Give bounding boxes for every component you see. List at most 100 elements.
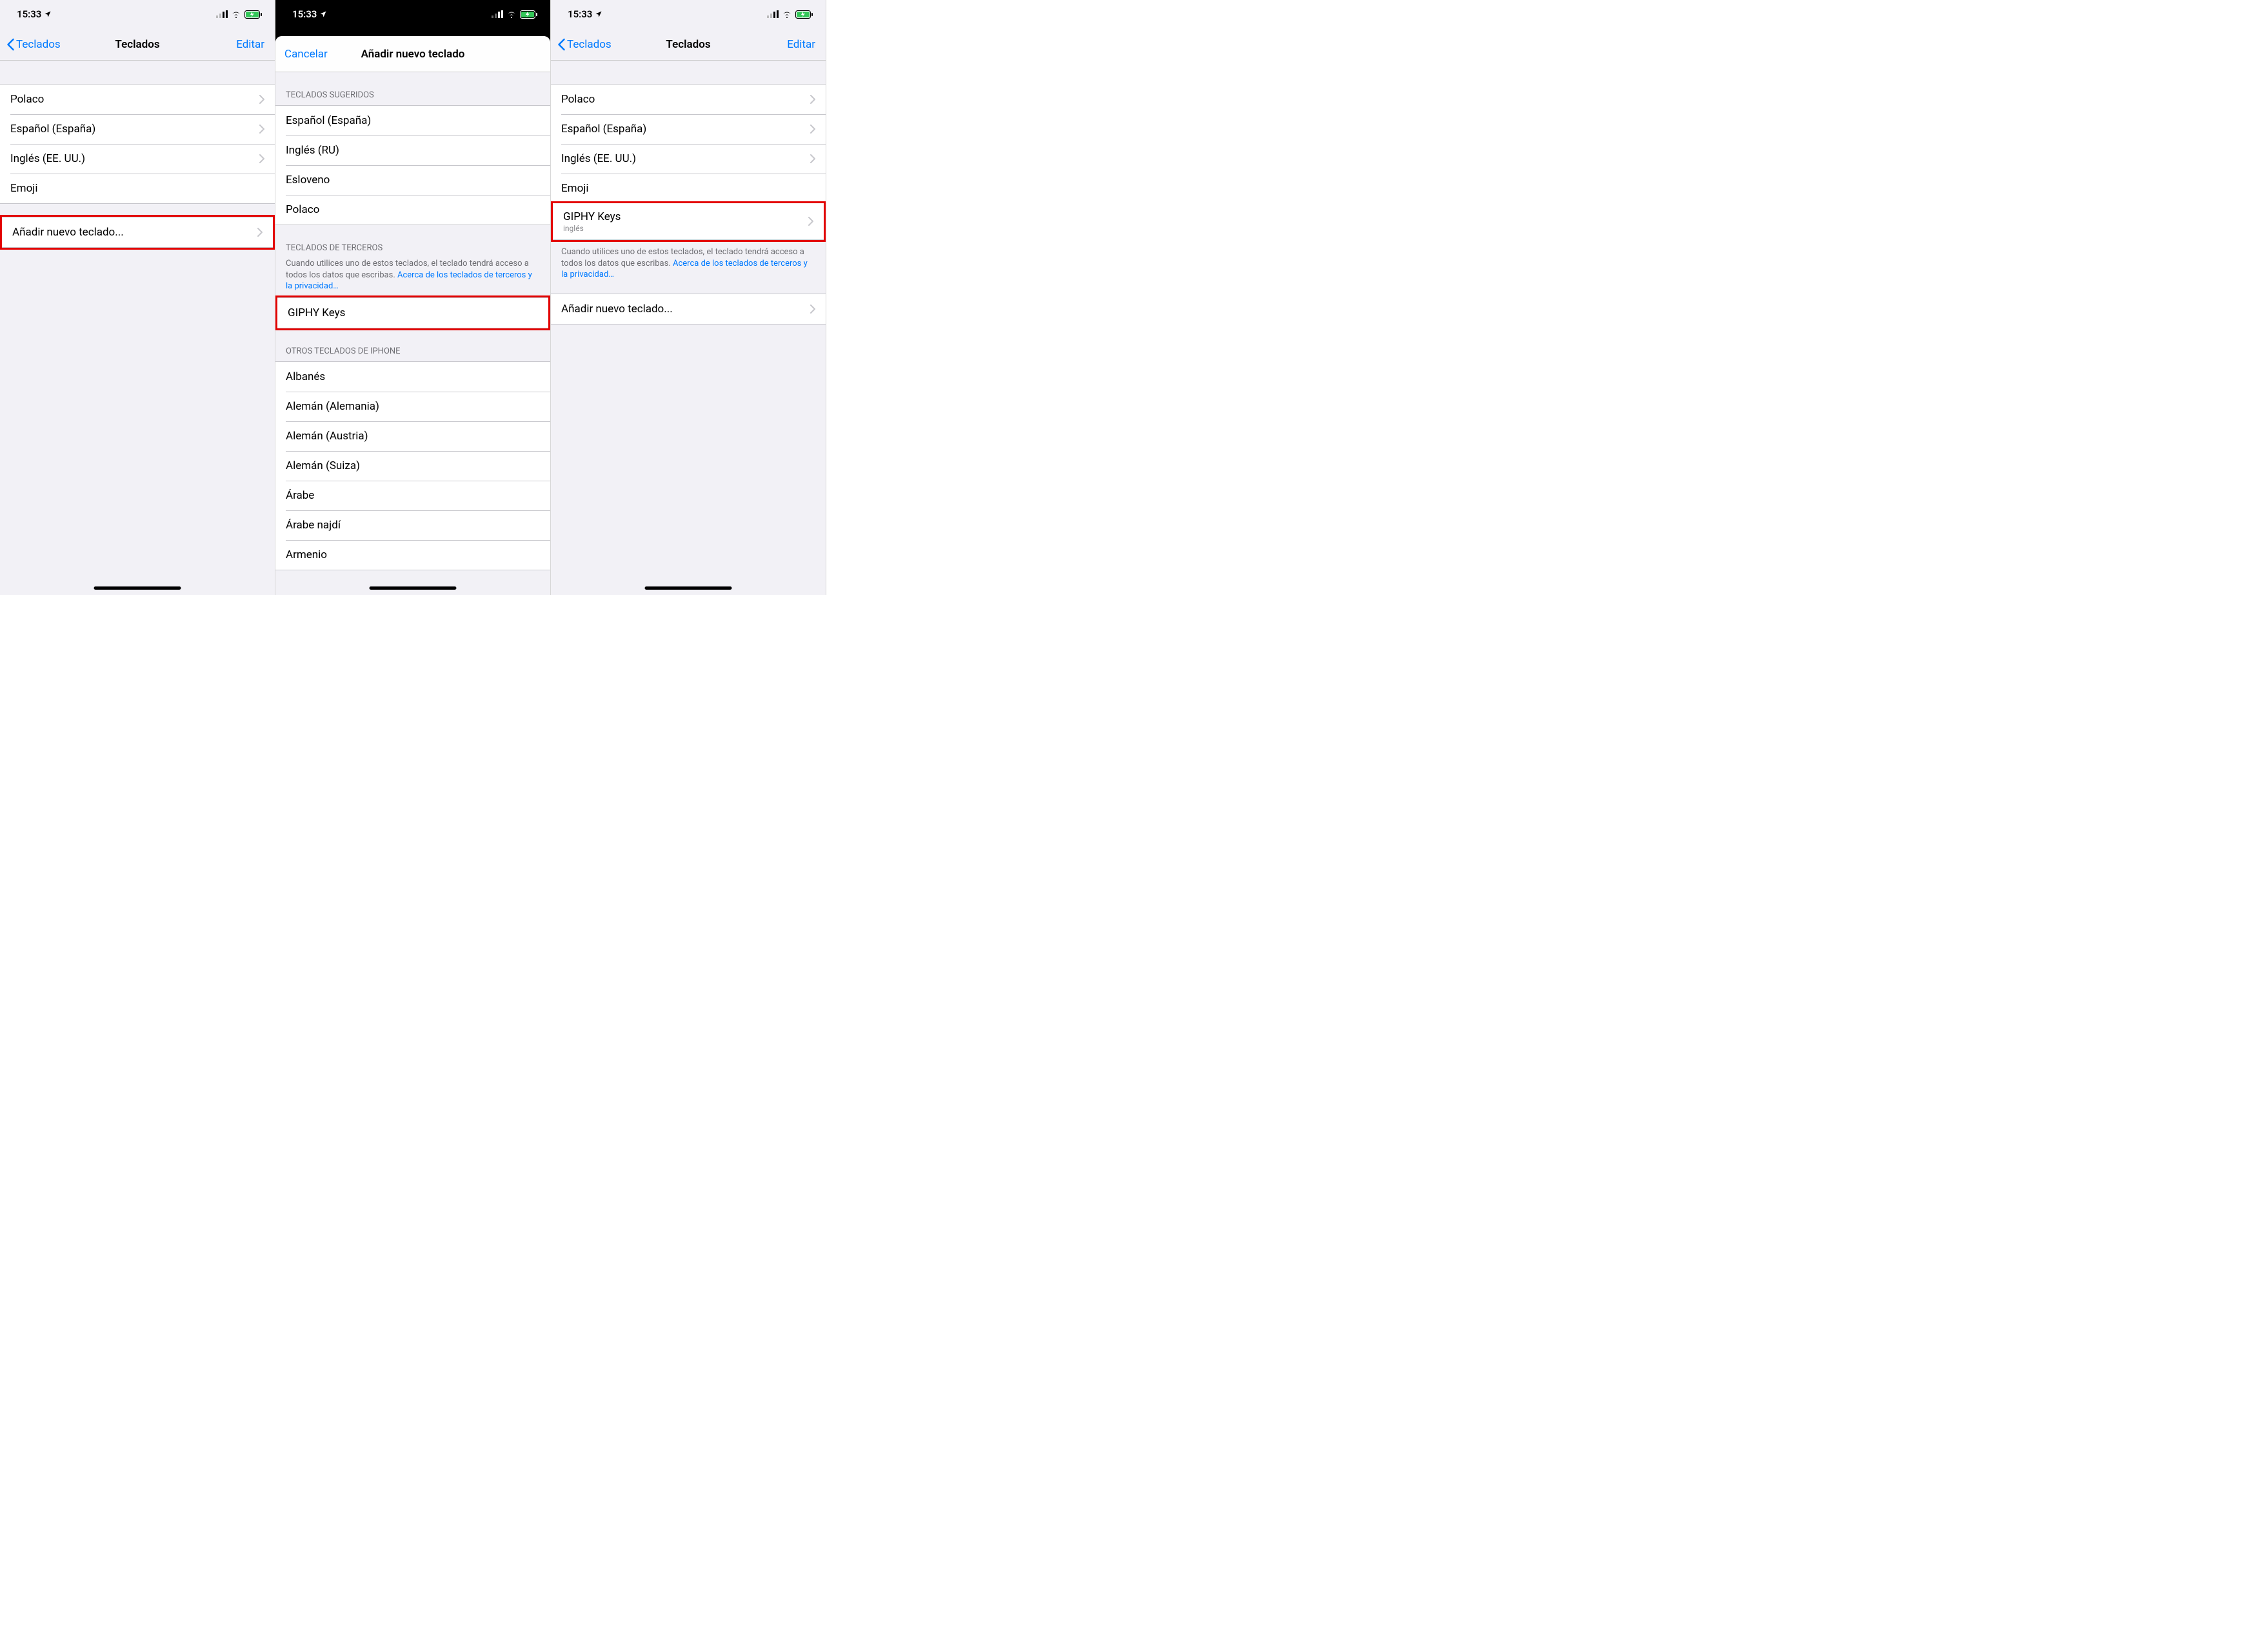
battery-charging-icon bbox=[244, 10, 262, 19]
chevron-right-icon bbox=[259, 154, 264, 163]
highlight-giphy-installed: GIPHY Keys inglés bbox=[551, 201, 826, 242]
keyboard-row[interactable]: Emoji bbox=[0, 174, 275, 203]
status-bar: 15:33 bbox=[551, 0, 826, 28]
keyboard-row[interactable]: Polaco bbox=[0, 85, 275, 114]
page-title: Teclados bbox=[115, 38, 159, 51]
row-label: Árabe bbox=[286, 489, 314, 502]
keyboard-option-row[interactable]: Albanés bbox=[275, 362, 550, 392]
row-label: Esloveno bbox=[286, 174, 330, 186]
chevron-right-icon bbox=[810, 125, 815, 134]
other-keyboards-group: Albanés Alemán (Alemania) Alemán (Austri… bbox=[275, 361, 550, 570]
status-bar: 15:33 bbox=[0, 0, 275, 28]
row-label: Español (España) bbox=[561, 123, 646, 135]
row-label: GIPHY Keys bbox=[288, 306, 345, 319]
page-title: Teclados bbox=[666, 38, 710, 51]
cellular-icon bbox=[767, 10, 779, 18]
status-time: 15:33 bbox=[292, 8, 317, 20]
row-label: Añadir nuevo teclado... bbox=[12, 226, 124, 239]
row-label: Alemán (Alemania) bbox=[286, 400, 379, 413]
keyboard-option-row[interactable]: Español (España) bbox=[275, 106, 550, 135]
screen-keyboards-list: 15:33 Teclados Teclados Editar Po bbox=[0, 0, 275, 595]
keyboards-group: Polaco Español (España) Inglés (EE. UU.)… bbox=[0, 84, 275, 204]
keyboard-row[interactable]: Español (España) bbox=[551, 114, 826, 144]
wifi-icon bbox=[231, 10, 241, 18]
row-label: Albanés bbox=[286, 370, 325, 383]
back-label: Teclados bbox=[16, 38, 61, 51]
sheet-title: Añadir nuevo teclado bbox=[361, 48, 465, 61]
section-header-thirdparty: TECLADOS DE TERCEROS bbox=[275, 225, 550, 258]
edit-button[interactable]: Editar bbox=[236, 38, 268, 51]
screen-add-keyboard-modal: 15:33 Cancelar Añadir nuevo t bbox=[275, 0, 551, 595]
keyboard-row[interactable]: Español (España) bbox=[0, 114, 275, 144]
keyboard-option-row[interactable]: Inglés (RU) bbox=[275, 135, 550, 165]
row-label: GIPHY Keys bbox=[563, 210, 621, 223]
status-bar: 15:33 bbox=[275, 0, 550, 28]
row-sublabel: inglés bbox=[563, 224, 621, 233]
section-header-other: OTROS TECLADOS DE IPHONE bbox=[275, 328, 550, 361]
cancel-button[interactable]: Cancelar bbox=[284, 48, 328, 61]
giphy-keyboard-row[interactable]: GIPHY Keys bbox=[277, 298, 548, 328]
home-indicator[interactable] bbox=[645, 586, 732, 590]
chevron-right-icon bbox=[810, 154, 815, 163]
row-label: Emoji bbox=[10, 182, 37, 195]
home-indicator[interactable] bbox=[94, 586, 181, 590]
keyboard-row[interactable]: Polaco bbox=[551, 85, 826, 114]
chevron-right-icon bbox=[259, 95, 264, 104]
home-indicator[interactable] bbox=[370, 586, 457, 590]
row-label: Inglés (RU) bbox=[286, 144, 339, 157]
row-label: Alemán (Suiza) bbox=[286, 459, 360, 472]
row-label: Español (España) bbox=[10, 123, 95, 135]
keyboards-group: Polaco Español (España) Inglés (EE. UU.)… bbox=[551, 84, 826, 203]
chevron-right-icon bbox=[259, 125, 264, 134]
battery-charging-icon bbox=[520, 10, 537, 19]
keyboard-option-row[interactable]: Alemán (Suiza) bbox=[275, 451, 550, 481]
keyboard-option-row[interactable]: Esloveno bbox=[275, 165, 550, 195]
highlight-add-keyboard: Añadir nuevo teclado... bbox=[0, 215, 275, 250]
edit-button[interactable]: Editar bbox=[787, 38, 819, 51]
keyboard-row[interactable]: Inglés (EE. UU.) bbox=[551, 144, 826, 174]
location-icon bbox=[44, 10, 52, 18]
add-keyboard-row[interactable]: Añadir nuevo teclado... bbox=[2, 217, 273, 247]
giphy-keyboard-row[interactable]: GIPHY Keys inglés bbox=[553, 203, 824, 239]
row-label: Armenio bbox=[286, 548, 327, 561]
location-icon bbox=[595, 10, 602, 18]
modal-sheet: Cancelar Añadir nuevo teclado TECLADOS S… bbox=[275, 36, 550, 595]
section-header-suggested: TECLADOS SUGERIDOS bbox=[275, 72, 550, 105]
keyboard-option-row[interactable]: Alemán (Austria) bbox=[275, 421, 550, 451]
row-label: Polaco bbox=[10, 93, 44, 106]
keyboard-option-row[interactable]: Árabe bbox=[275, 481, 550, 510]
back-button[interactable]: Teclados bbox=[557, 38, 612, 51]
highlight-giphy: GIPHY Keys bbox=[275, 295, 550, 330]
row-label: Emoji bbox=[561, 182, 588, 195]
back-button[interactable]: Teclados bbox=[6, 38, 61, 51]
keyboard-row[interactable]: Emoji bbox=[551, 174, 826, 203]
keyboard-option-row[interactable]: Polaco bbox=[275, 195, 550, 225]
row-label: Inglés (EE. UU.) bbox=[561, 152, 636, 165]
status-time: 15:33 bbox=[17, 8, 41, 20]
row-label: Añadir nuevo teclado... bbox=[561, 303, 673, 315]
screen-keyboards-list-after: 15:33 Teclados Teclados Editar Po bbox=[551, 0, 826, 595]
row-label: Polaco bbox=[561, 93, 595, 106]
keyboard-option-row[interactable]: Alemán (Alemania) bbox=[275, 392, 550, 421]
add-keyboard-row[interactable]: Añadir nuevo teclado... bbox=[551, 294, 826, 324]
cellular-icon bbox=[492, 10, 503, 18]
battery-charging-icon bbox=[795, 10, 813, 19]
chevron-right-icon bbox=[808, 217, 813, 226]
thirdparty-description: Cuando utilices uno de estos teclados, e… bbox=[275, 258, 550, 297]
sheet-nav-bar: Cancelar Añadir nuevo teclado bbox=[275, 36, 550, 72]
chevron-right-icon bbox=[257, 228, 263, 237]
chevron-right-icon bbox=[810, 95, 815, 104]
row-label: Alemán (Austria) bbox=[286, 430, 368, 443]
back-label: Teclados bbox=[567, 38, 612, 51]
thirdparty-footer-note: Cuando utilices uno de estos teclados, e… bbox=[551, 240, 826, 294]
status-time: 15:33 bbox=[568, 8, 592, 20]
row-label: Árabe najdí bbox=[286, 519, 341, 532]
nav-bar: Teclados Teclados Editar bbox=[0, 28, 275, 61]
keyboard-row[interactable]: Inglés (EE. UU.) bbox=[0, 144, 275, 174]
keyboard-option-row[interactable]: Árabe najdí bbox=[275, 510, 550, 540]
location-icon bbox=[319, 10, 327, 18]
wifi-icon bbox=[506, 10, 517, 18]
wifi-icon bbox=[782, 10, 792, 18]
row-label: Español (España) bbox=[286, 114, 371, 127]
keyboard-option-row[interactable]: Armenio bbox=[275, 540, 550, 570]
